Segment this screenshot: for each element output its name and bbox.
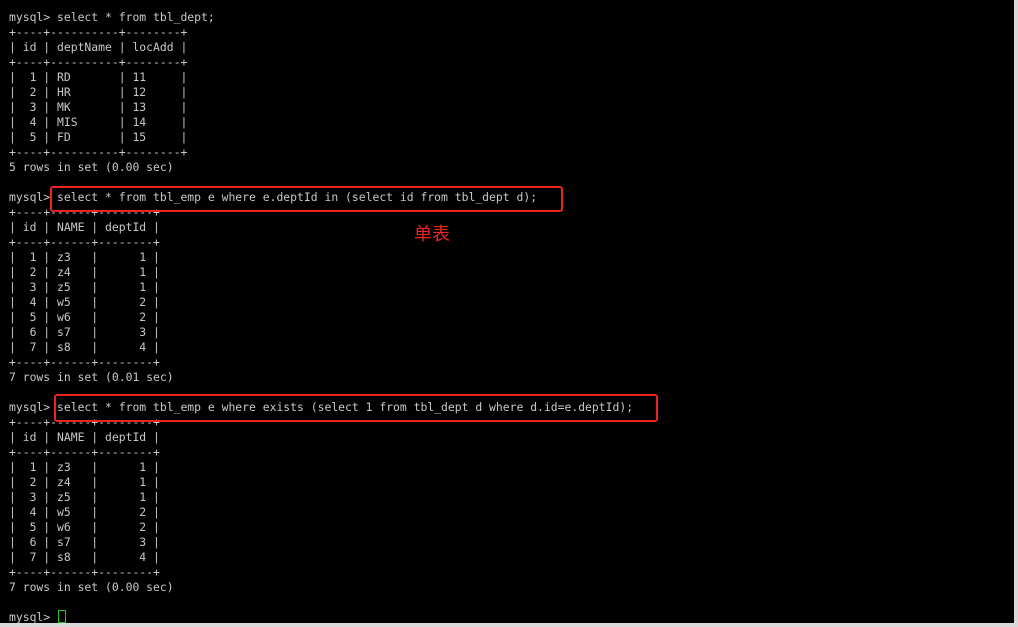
output-line: | 3 | MK | 13 | <box>9 100 188 114</box>
output-line: +----+----------+--------+ <box>9 55 188 69</box>
window-frame-right <box>1014 0 1018 627</box>
output-line: | 1 | z3 | 1 | <box>9 250 160 264</box>
text-cursor[interactable] <box>58 610 67 623</box>
command-line: mysql> select * from tbl_dept; <box>9 10 215 24</box>
output-line: +----+------+--------+ <box>9 445 160 459</box>
output-line: 5 rows in set (0.00 sec) <box>9 160 174 174</box>
prompt-text: mysql> <box>9 610 58 624</box>
output-line: 7 rows in set (0.01 sec) <box>9 370 174 384</box>
output-line: | 7 | s8 | 4 | <box>9 550 160 564</box>
highlight-box-exists-query <box>54 394 658 422</box>
output-line: | 3 | z5 | 1 | <box>9 280 160 294</box>
output-line: +----+----------+--------+ <box>9 25 188 39</box>
output-line: | 5 | w6 | 2 | <box>9 520 160 534</box>
output-line: | id | NAME | deptId | <box>9 220 160 234</box>
output-line: | 3 | z5 | 1 | <box>9 490 160 504</box>
output-line: | 4 | w5 | 2 | <box>9 295 160 309</box>
output-line: | 6 | s7 | 3 | <box>9 325 160 339</box>
output-line: +----+------+--------+ <box>9 355 160 369</box>
output-line: | 6 | s7 | 3 | <box>9 535 160 549</box>
output-line: | 1 | z3 | 1 | <box>9 460 160 474</box>
output-line: | id | deptName | locAdd | <box>9 40 188 54</box>
output-line: | 4 | MIS | 14 | <box>9 115 188 129</box>
output-line: | 4 | w5 | 2 | <box>9 505 160 519</box>
highlight-box-in-query <box>50 186 563 212</box>
output-line: | 7 | s8 | 4 | <box>9 340 160 354</box>
output-line: | 2 | z4 | 1 | <box>9 265 160 279</box>
output-line: +----+------+--------+ <box>9 235 160 249</box>
output-line: | id | NAME | deptId | <box>9 430 160 444</box>
terminal-window[interactable]: mysql> select * from tbl_dept; +----+----… <box>0 0 1018 627</box>
output-line: | 2 | z4 | 1 | <box>9 475 160 489</box>
output-line: +----+----------+--------+ <box>9 145 188 159</box>
output-line: | 5 | FD | 15 | <box>9 130 188 144</box>
annotation-single-table: 单表 <box>414 224 450 245</box>
output-line: | 2 | HR | 12 | <box>9 85 188 99</box>
output-line: | 5 | w6 | 2 | <box>9 310 160 324</box>
output-line: +----+------+--------+ <box>9 565 160 579</box>
output-line: | 1 | RD | 11 | <box>9 70 188 84</box>
window-frame-bottom <box>0 623 1018 627</box>
output-line: 7 rows in set (0.00 sec) <box>9 580 174 594</box>
